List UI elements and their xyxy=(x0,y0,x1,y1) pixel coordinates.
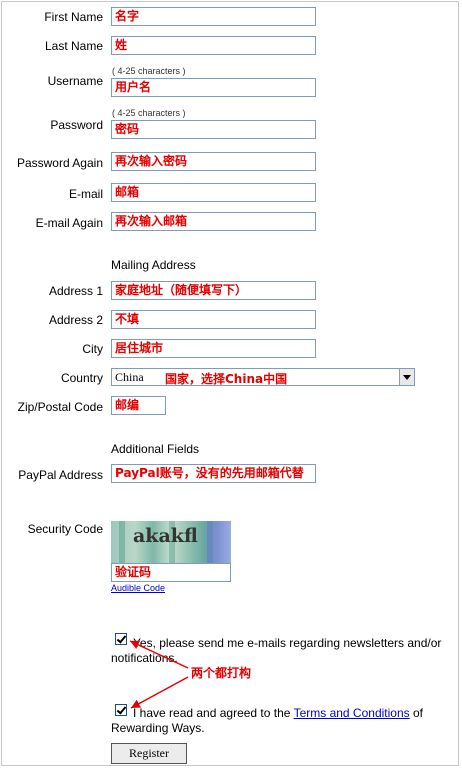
annotation-arrows xyxy=(129,640,189,709)
